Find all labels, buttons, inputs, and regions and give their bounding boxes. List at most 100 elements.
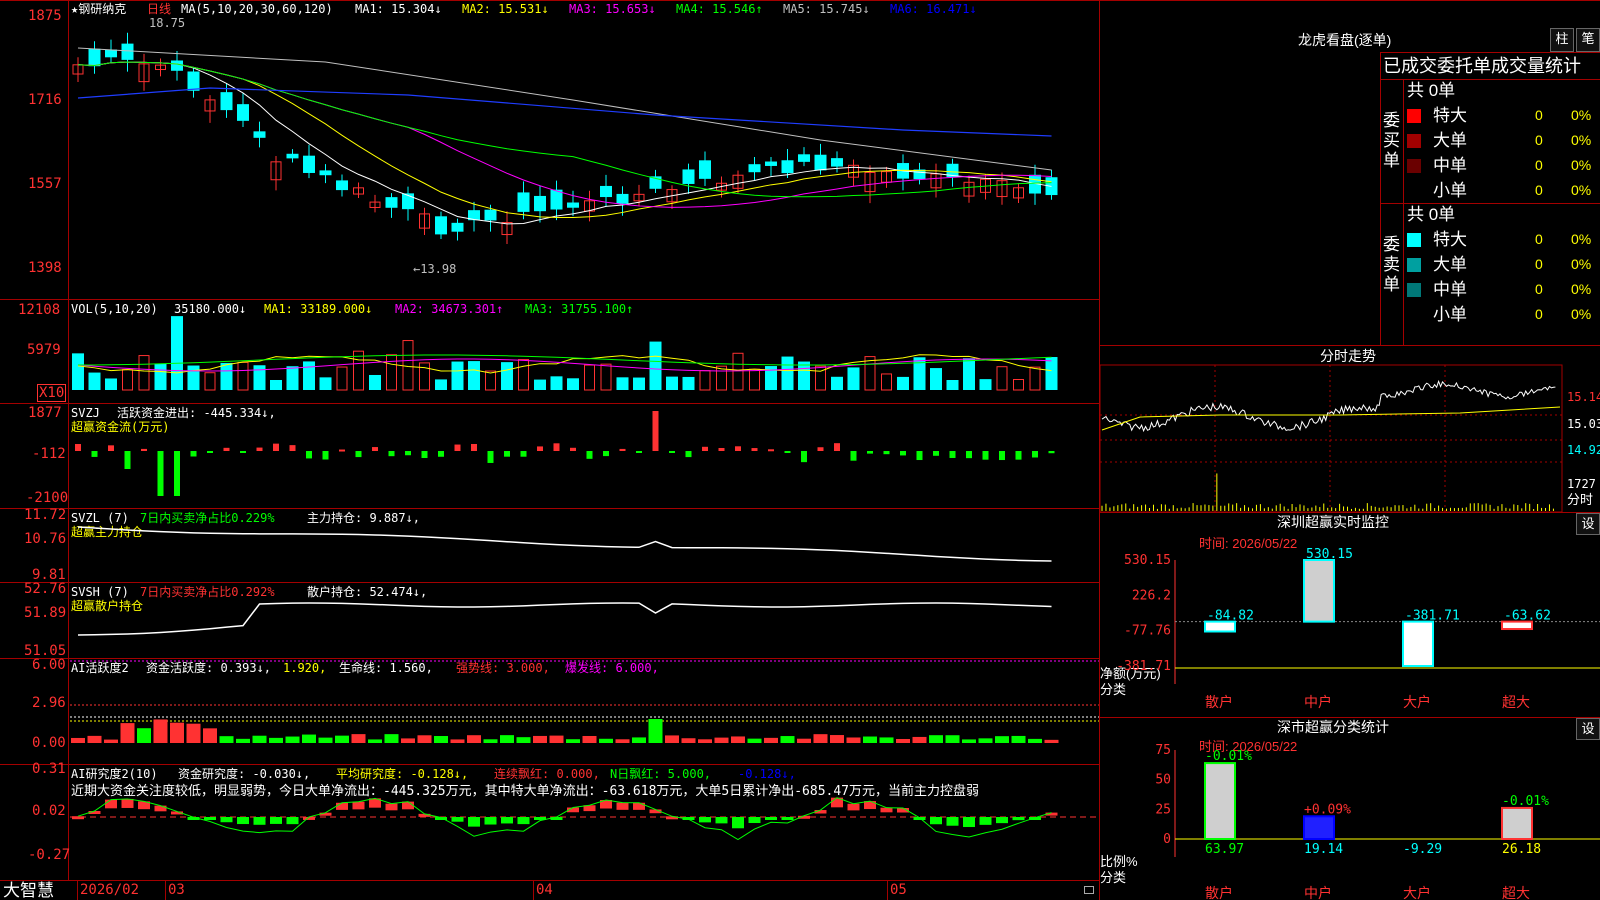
- sell-total: 共 0单: [1407, 205, 1456, 224]
- bar-value: 530.15: [1306, 547, 1353, 562]
- research-bar: [765, 817, 777, 820]
- research-bar: [748, 817, 761, 824]
- research-bar: [517, 817, 530, 825]
- activity-bar: [599, 738, 613, 743]
- volume-bar: [881, 373, 892, 391]
- activity-bar: [219, 736, 234, 743]
- sell-row-count: 0: [1535, 256, 1543, 272]
- x-tick: 04: [536, 882, 553, 898]
- activity-bar: [978, 738, 993, 743]
- sell-color-swatch: [1407, 283, 1421, 297]
- candle: [600, 185, 612, 198]
- flow-bar: [784, 451, 791, 453]
- flow-bar: [273, 443, 279, 451]
- buy-row-count: 0: [1535, 132, 1543, 148]
- research-bar: [352, 801, 365, 810]
- bar-value: -84.82: [1207, 609, 1254, 624]
- research-bar: [484, 817, 497, 825]
- y-tick: 0: [1163, 832, 1171, 847]
- flow-bar: [421, 451, 428, 459]
- intraday-panel[interactable]: 分时走势 15.14 15.03 14.92 1727 分时: [1100, 345, 1600, 512]
- flow-bar: [867, 451, 873, 454]
- flow-bar: [190, 451, 197, 457]
- sell-row-name: 中单: [1433, 280, 1467, 299]
- dragon-panel: 龙虎看盘(逐单) 柱 笔 已成交委托单成交量统计 委买单 委卖单 共 0单 特大 0…: [1100, 0, 1600, 345]
- tick-mode-button[interactable]: 笔: [1576, 28, 1600, 52]
- volume-bar: [534, 379, 546, 390]
- flow-bar: [801, 451, 807, 463]
- ai-research-panel[interactable]: AI研究度2(10) 资金研究度: -0.030↓, 平均研究度: -0.128…: [0, 761, 1099, 880]
- flow-bar: [75, 444, 81, 451]
- flow-bar: [570, 447, 576, 451]
- activity-bar: [615, 739, 630, 743]
- lock-icon[interactable]: [1084, 886, 1094, 894]
- ai-activity-chart: [70, 660, 1099, 743]
- activity-bar: [170, 722, 184, 743]
- research-bar: [930, 817, 942, 825]
- research-bar: [781, 817, 794, 820]
- kline-panel[interactable]: ★钢研纳克 日线 MA(5,10,20,30,60,120) MA1: 15.3…: [0, 0, 1099, 299]
- x-axis: 大智慧 2026/02 03 04 05: [0, 881, 1099, 900]
- volume-bar: [732, 352, 744, 391]
- monitor-chart: 530.15 226.2 -77.76 -381.71 -84.82 散户 530.15 中户…: [1116, 547, 1600, 710]
- research-bar: [336, 802, 348, 810]
- buy-row-name: 小单: [1433, 181, 1467, 200]
- candle: [765, 161, 777, 166]
- buy-row-pct: 0%: [1571, 157, 1592, 173]
- volume-bar: [649, 341, 662, 390]
- category-bar: [1303, 559, 1335, 623]
- activity-bar: [863, 736, 877, 743]
- bar-value: -381.71: [1405, 609, 1460, 624]
- tick: [165, 881, 166, 900]
- svzj-panel[interactable]: SVZJ 活跃资金进出: -445.334↓, 超赢资金流(万元) 1877 -…: [0, 404, 1099, 508]
- volume-bar: [286, 366, 299, 390]
- candle: [484, 209, 497, 221]
- sell-row-pct: 0%: [1571, 281, 1592, 297]
- buy-row-count: 0: [1535, 157, 1543, 173]
- candle: [303, 155, 315, 173]
- svzl-chart: [77, 526, 1052, 562]
- volume-panel[interactable]: VOL(5,10,20) 35180.000↓ MA1: 33189.000↓ …: [0, 300, 1099, 403]
- flow-bar: [685, 451, 692, 458]
- research-bar: [979, 817, 992, 825]
- activity-bar: [813, 734, 828, 743]
- bar-change: -0.01%: [1502, 794, 1549, 809]
- category-label: 中户: [1304, 885, 1332, 900]
- flow-bar: [735, 446, 741, 451]
- bar-mode-button[interactable]: 柱: [1550, 28, 1574, 52]
- activity-bar: [87, 735, 102, 743]
- ai-activity-panel[interactable]: AI活跃度2 资金活跃度: 0.393↓, 1.920, 生命线: 1.560,…: [0, 657, 1099, 764]
- divider: [1381, 79, 1600, 80]
- volume-bar: [303, 361, 315, 390]
- candle: [699, 160, 711, 179]
- flow-bar: [157, 451, 164, 496]
- activity-bar: [203, 728, 217, 743]
- research-bar: [154, 805, 167, 812]
- activity-bar: [995, 736, 1009, 743]
- flow-bar: [834, 443, 840, 451]
- research-bar: [963, 817, 975, 828]
- research-bar: [253, 817, 266, 825]
- svsh-panel[interactable]: SVSH (7) 7日内买卖净占比0.292% 散户持仓: 52.474↓, 超…: [0, 581, 1099, 659]
- volume-bar: [682, 376, 695, 390]
- flow-bar: [405, 451, 411, 456]
- buy-row-name: 特大: [1433, 106, 1467, 125]
- volume-bar: [963, 358, 975, 390]
- flow-bar: [141, 448, 147, 451]
- flow-bar: [1015, 451, 1022, 460]
- volume-bar: [1013, 378, 1024, 391]
- bar-value: -63.62: [1504, 609, 1551, 624]
- flow-bar: [240, 451, 246, 453]
- svzl-panel[interactable]: SVZL (7) 7日内买卖净占比0.229% 主力持仓: 9.887↓, 超赢…: [0, 507, 1099, 583]
- volume-bar: [88, 372, 101, 390]
- svzj-chart: [75, 411, 1055, 496]
- activity-bar: [632, 737, 646, 743]
- volume-bar: [633, 377, 645, 390]
- flow-bar: [751, 448, 758, 451]
- activity-bar: [945, 735, 960, 743]
- activity-bar: [533, 735, 547, 743]
- flow-bar: [768, 449, 774, 452]
- volume-bar: [847, 367, 860, 390]
- activity-bar: [351, 734, 366, 743]
- volume-bar: [336, 366, 348, 391]
